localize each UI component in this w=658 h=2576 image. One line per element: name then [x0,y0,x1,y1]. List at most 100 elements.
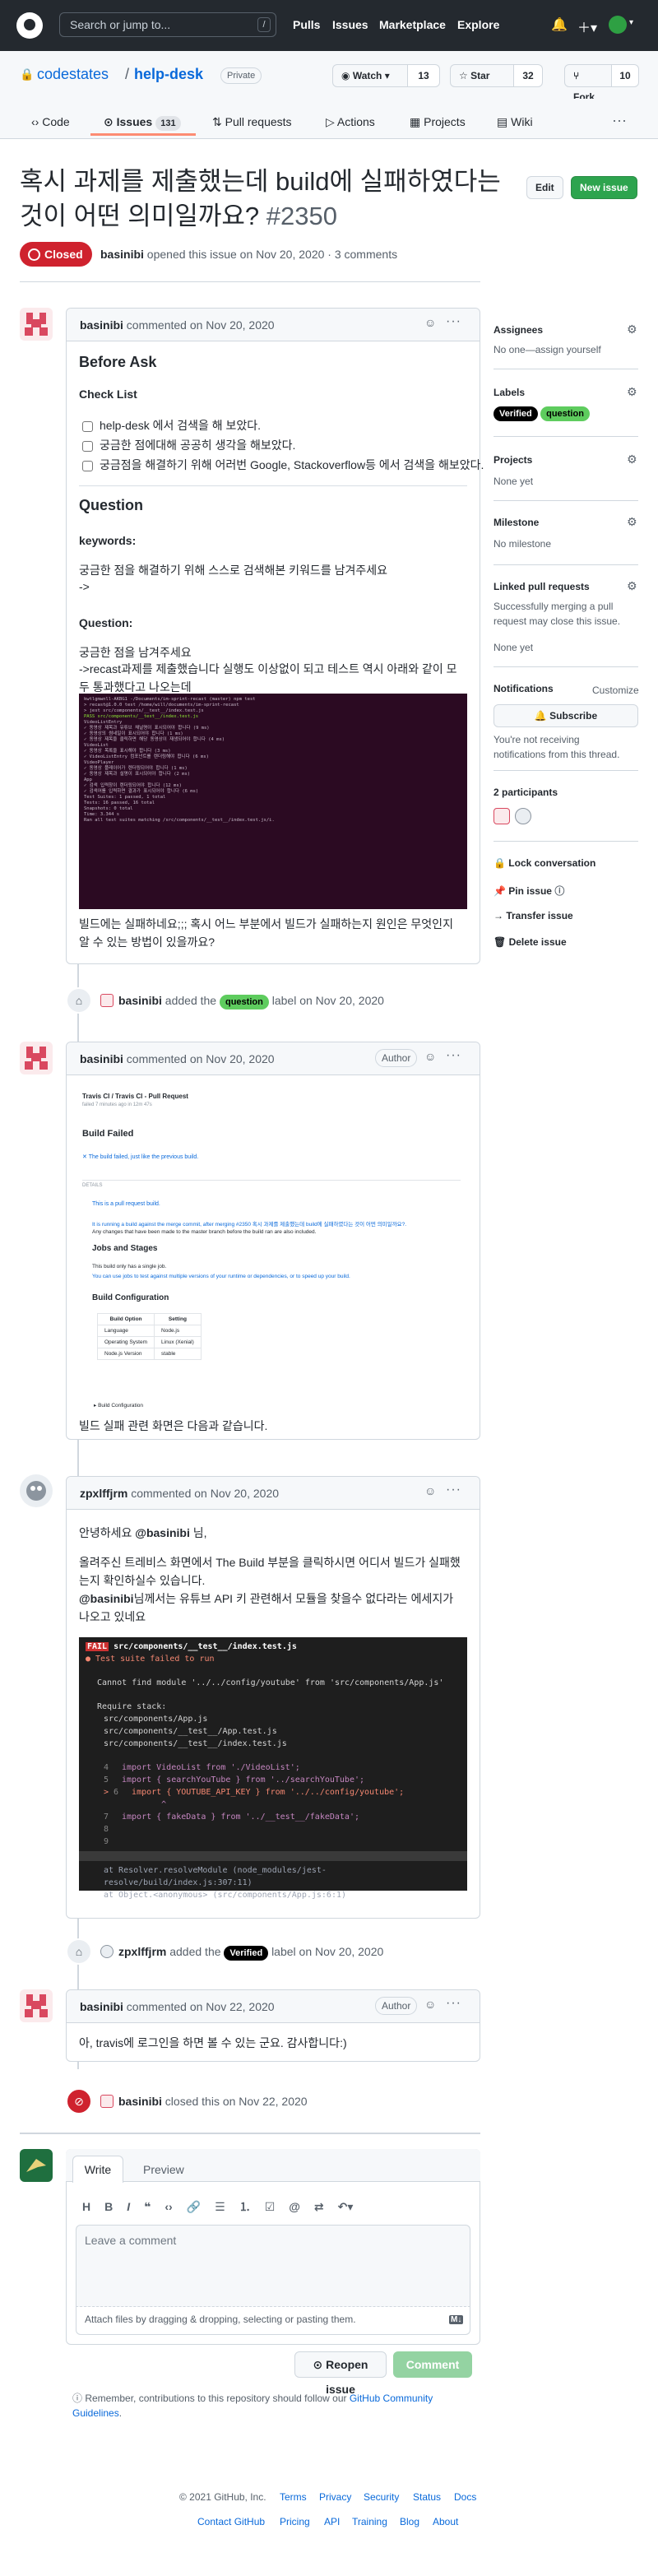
footer-link[interactable]: Pricing [280,2516,310,2527]
lock-conversation[interactable]: 🔒 Lock conversation [494,857,595,869]
avatar[interactable] [100,2095,114,2108]
nav-marketplace[interactable]: Marketplace [379,18,446,31]
event-user[interactable]: zpxlffjrm [118,1945,166,1958]
footer-link[interactable]: Contact GitHub [197,2516,265,2527]
task-list-icon[interactable]: ☑ [265,2200,276,2214]
tab-preview[interactable]: Preview [143,2163,184,2176]
star-button[interactable]: ☆ Star [450,64,514,87]
footer-link[interactable]: API [324,2516,340,2527]
assignees-value[interactable]: No one—assign yourself [494,342,601,357]
checkbox[interactable] [82,420,93,432]
tab-pull-requests[interactable]: ⇅ Pull requests [212,115,292,129]
tab-write[interactable]: Write [72,2156,123,2183]
comment-author[interactable]: zpxlffjrm [80,1487,127,1500]
nav-explore[interactable]: Explore [457,18,499,31]
emoji-icon[interactable]: ☺ [424,316,436,329]
italic-icon[interactable]: I [127,2200,130,2213]
mention-link[interactable]: @basinibi [79,1592,134,1605]
bullet-list-icon[interactable]: ☰ [215,2200,225,2214]
nav-pulls[interactable]: Pulls [293,18,320,31]
event-user[interactable]: basinibi [118,2095,162,2108]
bold-icon[interactable]: B [104,2200,113,2213]
reply-icon[interactable]: ↶▾ [338,2200,354,2214]
linked-prs-heading[interactable]: Linked pull requests [494,581,590,592]
tab-wiki[interactable]: ▤ Wiki [497,115,533,129]
more-tabs-icon[interactable]: ··· [612,112,627,129]
avatar[interactable] [609,16,627,34]
label-question[interactable]: question [540,406,590,421]
avatar[interactable] [515,808,531,824]
mention-icon[interactable]: @ [289,2200,300,2213]
labels-heading[interactable]: Labels [494,387,525,398]
footer-link[interactable]: Blog [400,2516,419,2527]
footer-link[interactable]: Docs [454,2491,476,2503]
projects-heading[interactable]: Projects [494,454,532,466]
new-issue-button[interactable]: New issue [571,176,637,199]
kebab-icon[interactable]: ··· [446,1048,461,1063]
pin-issue[interactable]: 📌 Pin issue ⓘ [494,884,564,898]
gear-icon[interactable]: ⚙ [627,579,637,593]
watch-count[interactable]: 13 [407,64,440,87]
avatar[interactable] [20,1042,53,1074]
heading-icon[interactable]: H [82,2200,90,2213]
event-user[interactable]: basinibi [118,994,162,1007]
avatar[interactable] [494,808,510,824]
tab-code[interactable]: ‹› Code [31,115,70,128]
footer-link[interactable]: Status [413,2491,441,2503]
comment-textarea[interactable]: Leave a comment [76,2225,470,2307]
reopen-issue-button[interactable]: ⊙ Reopen issue [294,2351,387,2396]
customize-link[interactable]: Customize [592,683,639,698]
link-icon[interactable]: 🔗 [187,2200,201,2214]
checkbox[interactable] [82,440,93,452]
transfer-issue[interactable]: → Transfer issue [494,910,573,921]
chevron-down-icon[interactable]: ▾ [629,18,633,27]
footer-link[interactable]: Training [352,2516,387,2527]
milestone-heading[interactable]: Milestone [494,517,539,528]
footer-link[interactable]: Privacy [319,2491,351,2503]
label-question[interactable]: question [219,995,269,1010]
comment-author[interactable]: basinibi [80,318,123,332]
attach-area[interactable]: Attach files by dragging & dropping, sel… [76,2307,470,2335]
kebab-icon[interactable]: ··· [446,314,461,329]
footer-link[interactable]: About [433,2516,458,2527]
github-logo-icon[interactable] [16,12,43,39]
quote-icon[interactable]: ❝ [144,2200,151,2214]
code-icon[interactable]: ‹› [164,2200,172,2213]
emoji-icon[interactable]: ☺ [424,1484,436,1497]
search-input[interactable]: Search or jump to... [59,12,276,37]
watch-button[interactable]: ◉ Watch ▾ [332,64,408,87]
delete-issue[interactable]: 🗑 Delete issue [494,936,567,948]
footer-link[interactable]: Security [364,2491,399,2503]
comment-author[interactable]: basinibi [80,1052,123,1065]
bell-icon[interactable]: 🔔 [551,16,568,33]
footer-link[interactable]: Terms [280,2491,307,2503]
avatar[interactable] [20,2149,53,2182]
travis-matrix-line[interactable]: You can use jobs to test against multipl… [92,1274,350,1279]
travis-merge-line[interactable]: It is running a build against the merge … [92,1219,454,1228]
numbered-list-icon[interactable]: ⒈ [239,2198,251,2215]
cross-reference-icon[interactable]: ⇄ [314,2200,324,2214]
repo-name-link[interactable]: help-desk [134,66,203,83]
travis-pr-line[interactable]: This is a pull request build. [92,1201,160,1207]
label-verified[interactable]: Verified [224,1946,269,1961]
gear-icon[interactable]: ⚙ [627,323,637,337]
markdown-icon[interactable]: M↓ [449,2315,464,2324]
checkbox[interactable] [82,460,93,471]
tab-projects[interactable]: ▦ Projects [410,115,466,129]
tab-issues[interactable]: ⊙ Issues 131 [104,115,181,131]
emoji-icon[interactable]: ☺ [424,1050,436,1063]
gear-icon[interactable]: ⚙ [627,515,637,529]
avatar[interactable] [20,308,53,341]
emoji-icon[interactable]: ☺ [424,1998,436,2011]
plus-dropdown-icon[interactable]: ＋▾ [577,16,597,36]
travis-config-toggle[interactable]: ▸ Build Configuration [94,1402,143,1409]
mention-link[interactable]: @basinibi [135,1526,190,1539]
kebab-icon[interactable]: ··· [446,1483,461,1497]
subscribe-button[interactable]: 🔔 Subscribe [494,704,638,727]
gear-icon[interactable]: ⚙ [627,385,637,399]
fork-button[interactable]: ⑂ Fork [564,64,612,103]
kebab-icon[interactable]: ··· [446,1996,461,2011]
edit-button[interactable]: Edit [526,176,563,199]
avatar[interactable] [20,1989,53,2022]
avatar[interactable] [100,994,114,1007]
